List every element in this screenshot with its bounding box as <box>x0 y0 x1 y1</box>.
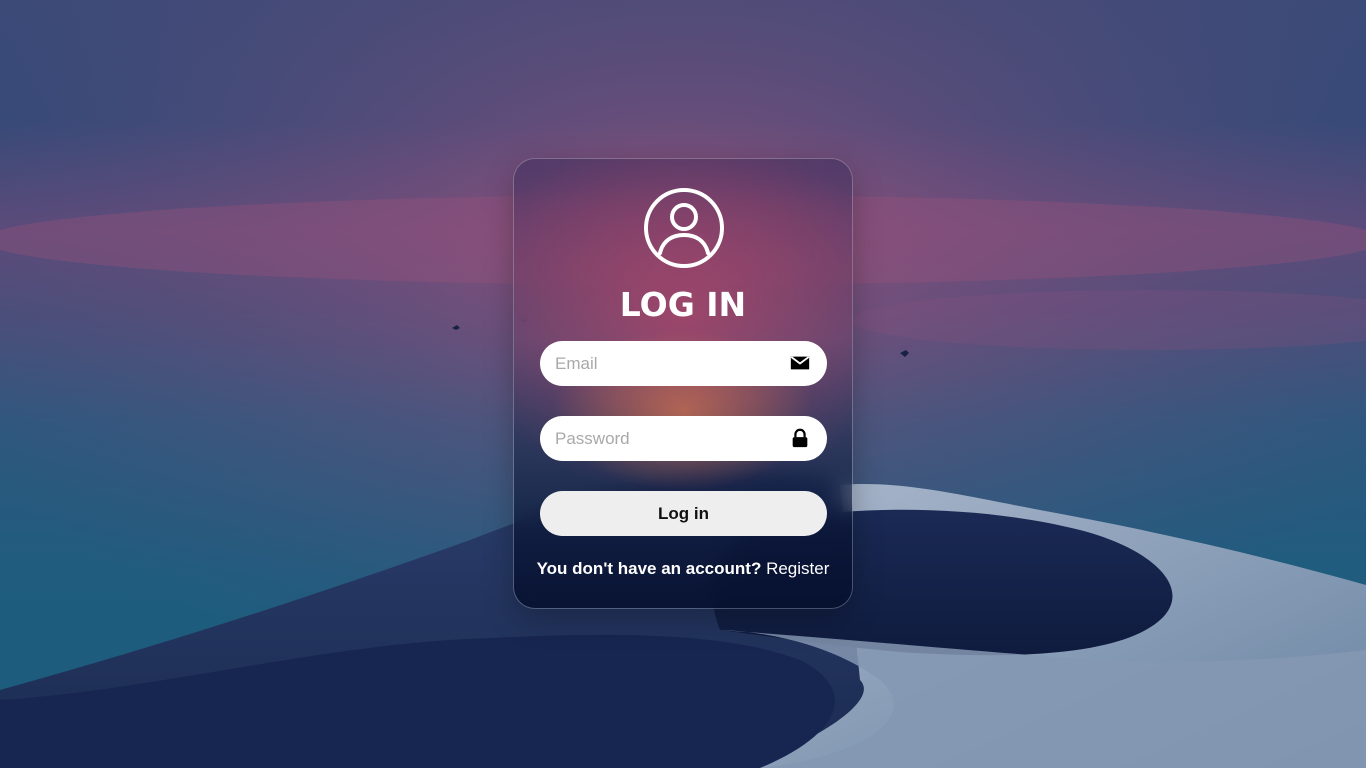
user-circle-icon <box>644 188 724 268</box>
lock-icon <box>792 428 808 448</box>
register-prompt: You don't have an account? Register <box>514 557 852 581</box>
envelope-icon <box>790 356 810 370</box>
register-prompt-text: You don't have an account? <box>536 559 762 578</box>
email-field[interactable] <box>555 341 775 386</box>
password-field[interactable] <box>555 416 775 461</box>
register-link[interactable]: Register <box>766 559 829 578</box>
email-field-wrapper <box>540 341 827 386</box>
login-button[interactable]: Log in <box>540 491 827 536</box>
login-card: LOG IN Log in You don't have an account?… <box>513 158 853 609</box>
password-field-wrapper <box>540 416 827 461</box>
page-title: LOG IN <box>619 285 747 324</box>
